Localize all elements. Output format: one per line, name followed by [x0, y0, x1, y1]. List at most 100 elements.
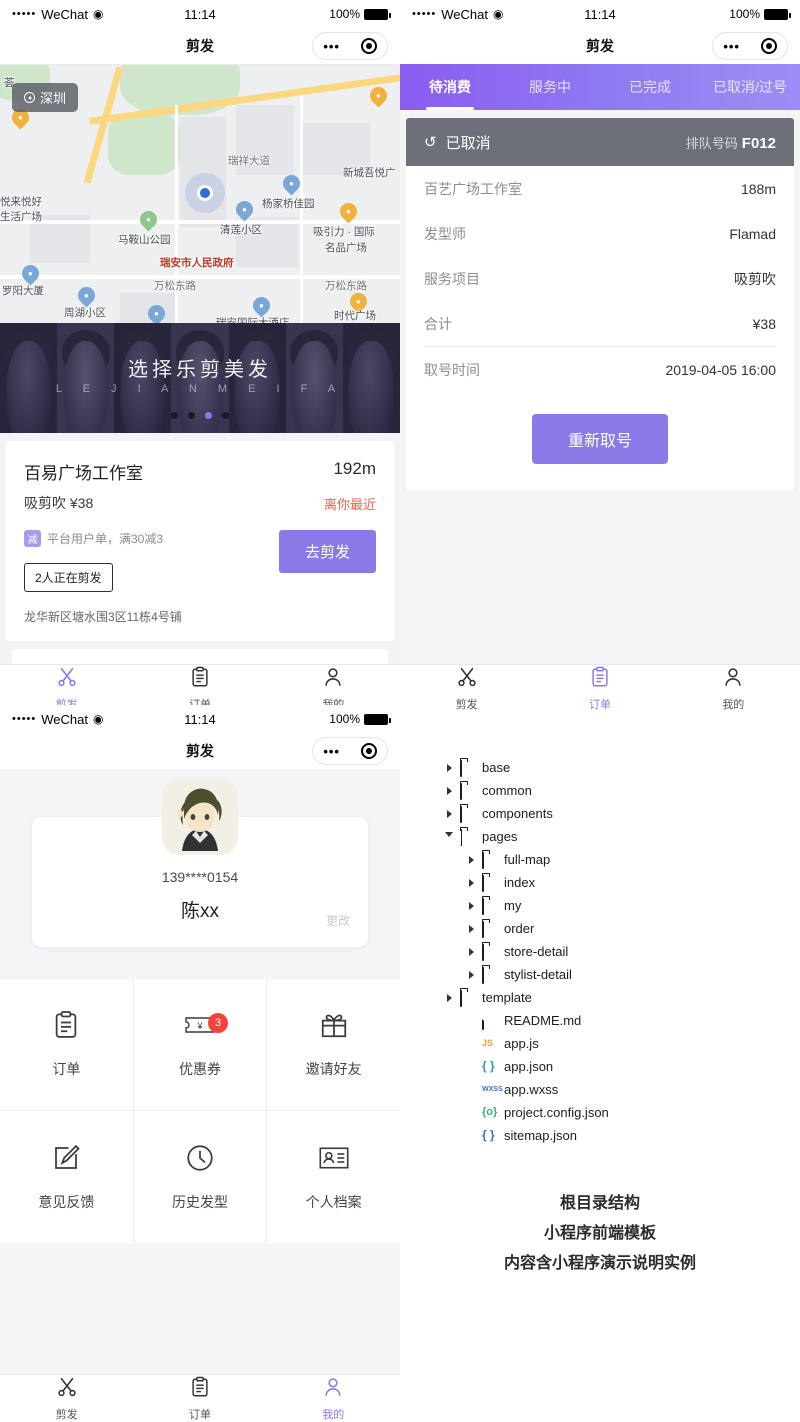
order-tab-服务中[interactable]: 服务中 [500, 64, 600, 110]
chevron-right-icon[interactable] [466, 948, 476, 956]
order-row: 发型师 Flamad [406, 211, 794, 256]
tree-folder[interactable]: order [444, 917, 800, 940]
my-menu-grid[interactable]: 订单 ¥ 优惠券3 邀请好友 意见反馈 历史发型 个人档案 [0, 979, 400, 1243]
retake-number-button[interactable]: 重新取号 [532, 414, 668, 464]
scissors-icon[interactable] [56, 666, 78, 693]
menu-item-订单[interactable]: 订单 [0, 979, 134, 1111]
tree-file[interactable]: README.md [444, 1009, 800, 1032]
wechat-capsule[interactable]: ••• [312, 737, 388, 765]
tab-我的[interactable]: 我的 [267, 1375, 400, 1422]
tree-folder[interactable]: full-map [444, 848, 800, 871]
queue-number-group: 排队号码F012 [686, 133, 776, 152]
tree-folder[interactable]: components [444, 802, 800, 825]
chevron-right-icon[interactable] [466, 925, 476, 933]
more-menu-icon[interactable]: ••• [323, 40, 340, 53]
profile-card[interactable]: 139****0154 陈xx 更改 [32, 817, 368, 947]
cfg-file-icon: {o} [482, 1106, 498, 1119]
list-gap [6, 641, 394, 649]
person-icon[interactable] [322, 666, 344, 693]
tab-订单[interactable]: 订单 [133, 1375, 266, 1422]
tree-file[interactable]: WXSSapp.wxss [444, 1078, 800, 1101]
person-icon[interactable] [722, 666, 744, 693]
menu-item-label: 意见反馈 [38, 1192, 94, 1212]
menu-item-意见反馈[interactable]: 意见反馈 [0, 1111, 134, 1243]
banner-dots[interactable] [0, 412, 400, 419]
tree-node-label: my [504, 898, 521, 913]
chevron-right-icon[interactable] [444, 764, 454, 772]
tab-剪发[interactable]: 剪发 [400, 665, 533, 712]
map-view[interactable]: ● ● ● ● ● ● ● ● ● ● ● 荟瑞祥大道新城吾悦广杨家桥佳园悦来悦… [0, 65, 400, 323]
map-label: 新城吾悦广 [343, 165, 396, 180]
file-tree[interactable]: basecommoncomponentspagesfull-mapindex my… [400, 712, 800, 1147]
caption-line: 小程序前端模板 [400, 1219, 800, 1249]
chevron-right-icon[interactable] [466, 902, 476, 910]
person-icon[interactable] [322, 1376, 344, 1403]
tree-file[interactable]: { }sitemap.json [444, 1124, 800, 1147]
store-nearest-tag: 离你最近 [324, 494, 376, 513]
store-card[interactable]: 百易广场工作室 192m 吸剪吹 ¥38 离你最近 减 平台用户单，满30减3 … [6, 441, 394, 641]
banner-dot[interactable] [171, 412, 178, 419]
wechat-capsule[interactable]: ••• [712, 32, 788, 60]
close-circle-icon[interactable] [361, 743, 377, 759]
folder-icon [482, 853, 498, 866]
clock-icon [185, 1143, 215, 1178]
scissors-icon[interactable] [56, 1376, 78, 1403]
chevron-right-icon[interactable] [444, 787, 454, 795]
promo-banner[interactable]: 选择乐剪美发 L E J I A N M E I F A [0, 323, 400, 433]
menu-item-label: 订单 [52, 1059, 80, 1079]
banner-dot[interactable] [222, 412, 229, 419]
tree-file[interactable]: { }app.json [444, 1055, 800, 1078]
tree-node-label: app.wxss [504, 1082, 558, 1097]
tab-我的[interactable]: 我的 [667, 665, 800, 712]
tab-订单[interactable]: 订单 [533, 665, 666, 712]
order-card[interactable]: ↺ 已取消 排队号码F012 百艺广场工作室 188m发型师 Flamad服务项… [406, 118, 794, 490]
order-detail-rows: 百艺广场工作室 188m发型师 Flamad服务项目 吸剪吹合计 ¥38取号时间… [406, 166, 794, 392]
order-tab-待消费[interactable]: 待消费 [400, 64, 500, 110]
tree-folder[interactable]: template [444, 986, 800, 1009]
tree-folder[interactable]: index [444, 871, 800, 894]
chevron-right-icon[interactable] [466, 971, 476, 979]
clipboard-icon[interactable] [189, 1376, 211, 1403]
menu-item-优惠券[interactable]: ¥ 优惠券3 [134, 979, 268, 1111]
scissors-icon[interactable] [456, 666, 478, 693]
banner-dot[interactable] [188, 412, 195, 419]
go-haircut-button[interactable]: 去剪发 [279, 530, 376, 573]
tree-folder[interactable]: pages [444, 825, 800, 848]
menu-item-历史发型[interactable]: 历史发型 [134, 1111, 268, 1243]
tree-folder[interactable]: store-detail [444, 940, 800, 963]
clipboard-icon[interactable] [189, 666, 211, 693]
order-tab-已完成[interactable]: 已完成 [600, 64, 700, 110]
chevron-right-icon[interactable] [466, 856, 476, 864]
order-row-value: Flamad [729, 226, 776, 242]
tree-folder[interactable]: base [444, 756, 800, 779]
clipboard-icon[interactable] [589, 666, 611, 693]
status-bar-left: ••••• WeChat ◉ [412, 7, 503, 22]
more-menu-icon[interactable]: ••• [323, 745, 340, 758]
tab-bar-3[interactable]: 剪发 订单 我的 [0, 1374, 400, 1422]
tree-file[interactable]: JSapp.js [444, 1032, 800, 1055]
city-selector-badge[interactable]: 深圳 [12, 83, 78, 112]
tree-folder[interactable]: stylist-detail [444, 963, 800, 986]
menu-item-label: 个人档案 [306, 1192, 362, 1212]
tree-file[interactable]: {o}project.config.json [444, 1101, 800, 1124]
close-circle-icon[interactable] [761, 38, 777, 54]
menu-item-个人档案[interactable]: 个人档案 [267, 1111, 400, 1243]
tree-folder[interactable]: common [444, 779, 800, 802]
order-status-tabs[interactable]: 待消费服务中已完成已取消/过号 [400, 64, 800, 110]
menu-item-邀请好友[interactable]: 邀请好友 [267, 979, 400, 1111]
caption-line: 内容含小程序演示说明实例 [400, 1249, 800, 1279]
avatar[interactable] [162, 779, 238, 855]
tab-bar-2[interactable]: 剪发 订单 我的 [400, 664, 800, 712]
order-tab-已取消/过号[interactable]: 已取消/过号 [700, 64, 800, 110]
tab-剪发[interactable]: 剪发 [0, 1375, 133, 1422]
chevron-down-icon[interactable] [444, 832, 454, 841]
chevron-right-icon[interactable] [444, 994, 454, 1002]
tree-folder[interactable]: my [444, 894, 800, 917]
wechat-capsule[interactable]: ••• [312, 32, 388, 60]
more-menu-icon[interactable]: ••• [723, 40, 740, 53]
chevron-right-icon[interactable] [466, 879, 476, 887]
close-circle-icon[interactable] [361, 38, 377, 54]
chevron-right-icon[interactable] [444, 810, 454, 818]
profile-edit-link[interactable]: 更改 [326, 912, 350, 929]
banner-dot-active[interactable] [205, 412, 212, 419]
